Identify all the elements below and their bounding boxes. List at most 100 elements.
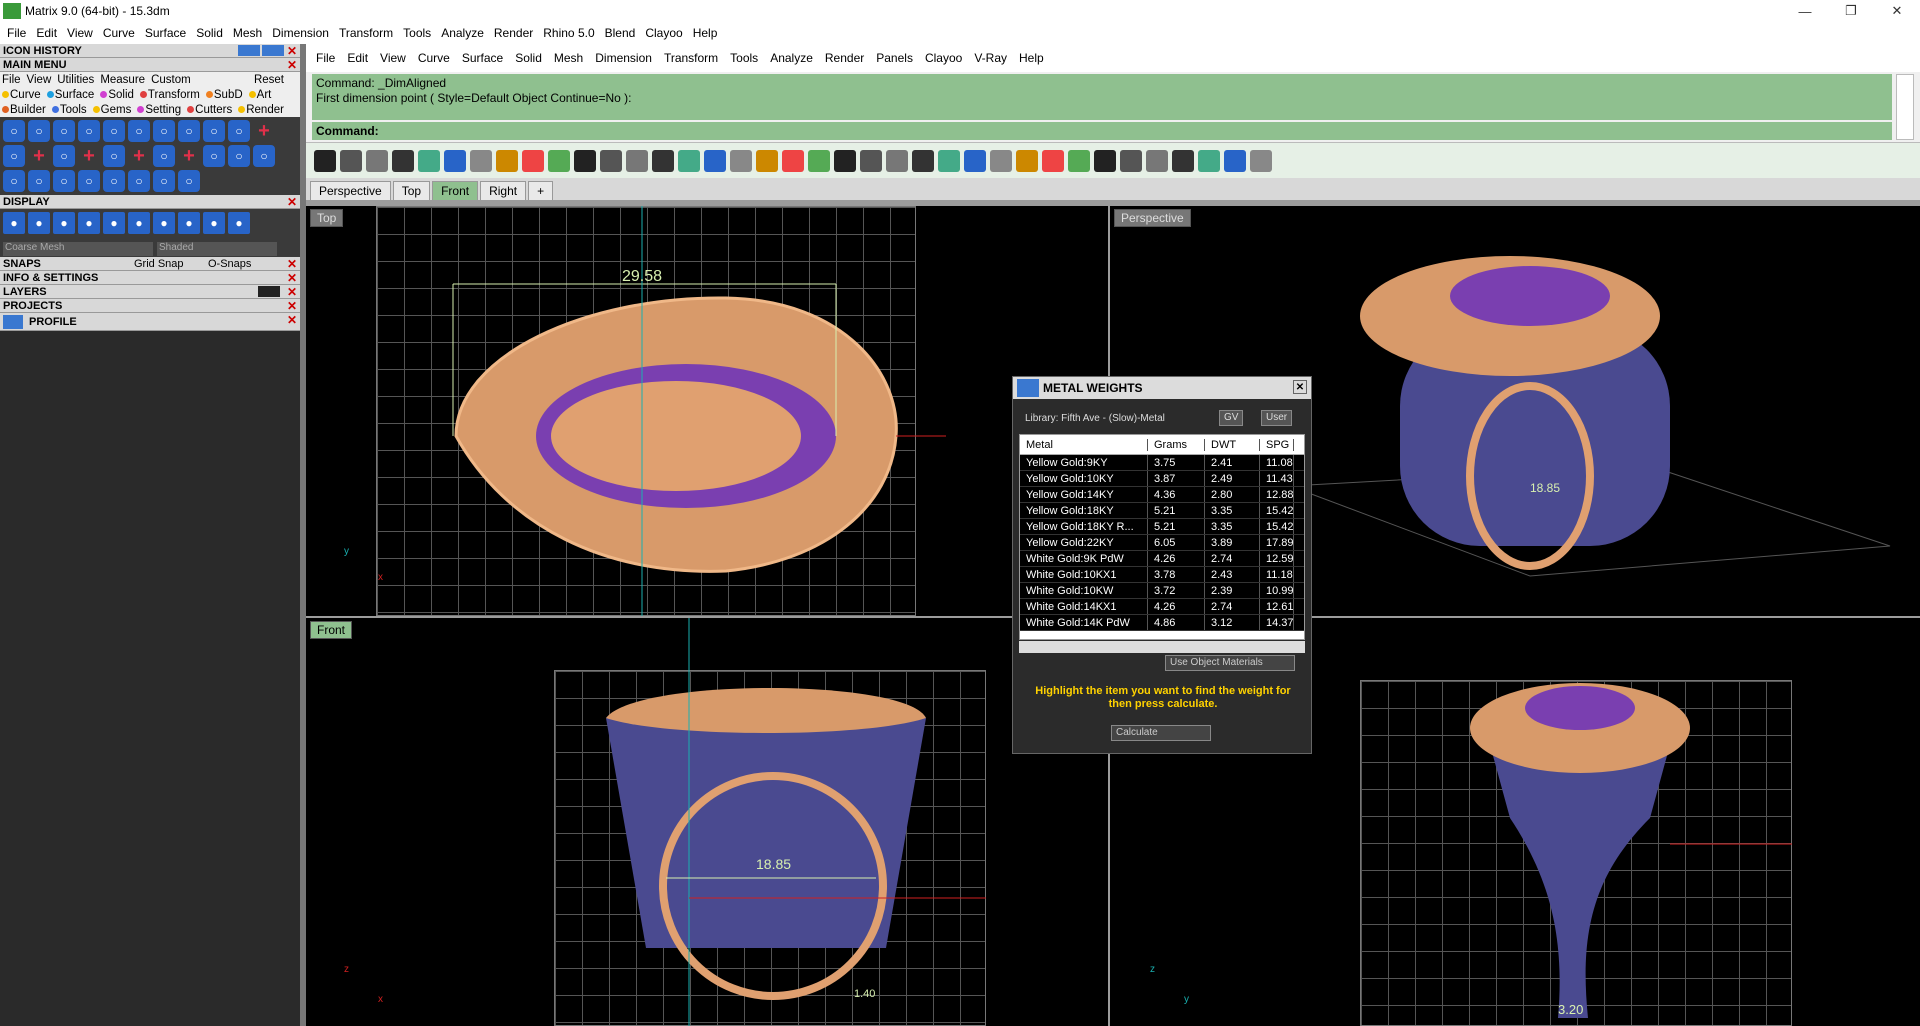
toolbar-icon[interactable] xyxy=(808,149,830,172)
menu-item-mesh[interactable]: Mesh xyxy=(228,26,267,40)
table-h-scrollbar[interactable] xyxy=(1019,641,1305,653)
menu-item-blend[interactable]: Blend xyxy=(600,26,641,40)
category-subd[interactable]: SubD xyxy=(205,89,243,101)
menu-item-help[interactable]: Help xyxy=(1013,51,1050,65)
toolbar-icon[interactable] xyxy=(1224,149,1246,172)
tool-icon[interactable]: ○ xyxy=(178,120,200,142)
toolbar-icon[interactable] xyxy=(1016,149,1038,172)
toolbar-icon[interactable] xyxy=(1094,149,1116,172)
display-mode-icon[interactable]: ● xyxy=(203,212,225,234)
toolbar-icon[interactable] xyxy=(860,149,882,172)
tool-icon[interactable]: ○ xyxy=(28,120,50,142)
command-input[interactable]: Command: xyxy=(312,122,1892,140)
category-cutters[interactable]: Cutters xyxy=(187,104,232,116)
tool-icon[interactable]: ○ xyxy=(228,120,250,142)
toolbar-icon[interactable] xyxy=(1042,149,1064,172)
category-render[interactable]: Render xyxy=(238,104,284,116)
snaps-header[interactable]: SNAPS Grid Snap O-Snaps ✕ xyxy=(0,257,300,271)
display-mode-icon[interactable]: ● xyxy=(178,212,200,234)
close-icon[interactable]: ✕ xyxy=(287,285,297,299)
osnaps-toggle[interactable]: O-Snaps xyxy=(208,258,251,270)
menu-item-dimension[interactable]: Dimension xyxy=(267,26,334,40)
user-toggle[interactable]: User xyxy=(1261,410,1293,426)
toolbar-icon[interactable] xyxy=(756,149,778,172)
menu-item-view[interactable]: View xyxy=(374,51,412,65)
toolbar-icon[interactable] xyxy=(730,149,752,172)
category-art[interactable]: Art xyxy=(248,89,271,101)
table-row[interactable]: Yellow Gold:18KY R... 5.21 3.35 15.42 xyxy=(1020,519,1304,535)
main-menu-item[interactable]: File xyxy=(2,74,21,86)
layers-header[interactable]: LAYERS ✕ xyxy=(0,285,300,299)
category-builder[interactable]: Builder xyxy=(2,104,46,116)
table-row[interactable]: White Gold:10KX1 3.78 2.43 11.18 xyxy=(1020,567,1304,583)
viewport-label-top[interactable]: Top xyxy=(310,209,344,227)
toolbar-icon[interactable] xyxy=(678,149,700,172)
toolbar-icon[interactable] xyxy=(912,149,934,172)
toolbar-icon[interactable] xyxy=(444,149,466,172)
tool-icon[interactable]: ○ xyxy=(3,120,25,142)
menu-item-curve[interactable]: Curve xyxy=(412,51,456,65)
viewport-top[interactable]: 29.58 Top y x xyxy=(306,206,1108,616)
category-setting[interactable]: Setting xyxy=(137,104,181,116)
toolbar-icon[interactable] xyxy=(522,149,544,172)
menu-item-rhino-5-0[interactable]: Rhino 5.0 xyxy=(538,26,599,40)
table-row[interactable]: Yellow Gold:9KY 3.75 2.41 11.08 xyxy=(1020,455,1304,471)
display-mode-icon[interactable]: ● xyxy=(228,212,250,234)
toolbar-icon[interactable] xyxy=(1068,149,1090,172)
menu-item-panels[interactable]: Panels xyxy=(870,51,919,65)
tab-right[interactable]: Right xyxy=(480,181,527,200)
tool-icon[interactable]: ○ xyxy=(203,120,225,142)
menu-item-mesh[interactable]: Mesh xyxy=(548,51,589,65)
display-mode-icon[interactable]: ● xyxy=(28,212,50,234)
category-gems[interactable]: Gems xyxy=(92,104,131,116)
profile-header[interactable]: PROFILE ✕ xyxy=(0,313,300,331)
tool-icon[interactable]: ○ xyxy=(128,120,150,142)
command-scrollbar[interactable] xyxy=(1896,74,1914,140)
category-curve[interactable]: Curve xyxy=(2,89,41,101)
close-icon[interactable]: ✕ xyxy=(1293,380,1307,394)
category-transform[interactable]: Transform xyxy=(139,89,200,101)
table-row[interactable]: White Gold:9K PdW 4.26 2.74 12.59 xyxy=(1020,551,1304,567)
dialog-title-bar[interactable]: METAL WEIGHTS ✕ xyxy=(1013,377,1311,399)
table-row[interactable]: Yellow Gold:22KY 6.05 3.89 17.89 xyxy=(1020,535,1304,551)
column-header[interactable]: DWT xyxy=(1205,438,1260,451)
table-row[interactable]: Yellow Gold:10KY 3.87 2.49 11.43 xyxy=(1020,471,1304,487)
calculate-button[interactable]: Calculate xyxy=(1111,725,1211,741)
menu-item-edit[interactable]: Edit xyxy=(31,26,62,40)
display-header[interactable]: DISPLAY ✕ xyxy=(0,195,300,209)
display-mode-icon[interactable]: ● xyxy=(128,212,150,234)
toolbar-icon[interactable] xyxy=(1146,149,1168,172)
toolbar-icon[interactable] xyxy=(548,149,570,172)
icon-history-header[interactable]: ICON HISTORY ✕ xyxy=(0,44,300,58)
tool-icon[interactable]: ○ xyxy=(53,145,75,167)
category-tools[interactable]: Tools xyxy=(51,104,87,116)
toolbar-icon[interactable] xyxy=(834,149,856,172)
column-header[interactable]: Grams xyxy=(1148,438,1205,451)
menu-item-edit[interactable]: Edit xyxy=(341,51,374,65)
column-header[interactable]: SPG xyxy=(1260,438,1294,451)
toolbar-icon[interactable] xyxy=(340,149,362,172)
toolbar-icon[interactable] xyxy=(652,149,674,172)
tool-icon[interactable]: ○ xyxy=(228,145,250,167)
add-tab-icon[interactable]: + xyxy=(528,181,554,200)
toolbar-icon[interactable] xyxy=(1172,149,1194,172)
toolbar-icon[interactable] xyxy=(600,149,622,172)
column-header[interactable]: Metal xyxy=(1020,438,1148,451)
close-icon[interactable]: ✕ xyxy=(287,44,297,58)
menu-item-render[interactable]: Render xyxy=(489,26,538,40)
menu-item-view[interactable]: View xyxy=(62,26,98,40)
main-menu-item[interactable]: Measure xyxy=(100,74,145,86)
close-icon[interactable]: ✕ xyxy=(287,271,297,285)
table-row[interactable]: White Gold:14K PdW 4.86 3.12 14.37 xyxy=(1020,615,1304,631)
menu-item-analyze[interactable]: Analyze xyxy=(436,26,489,40)
toolbar-icon[interactable] xyxy=(496,149,518,172)
close-button[interactable]: ✕ xyxy=(1874,0,1920,22)
table-row[interactable]: White Gold:10KW 3.72 2.39 10.99 xyxy=(1020,583,1304,599)
toolbar-icon[interactable] xyxy=(938,149,960,172)
gv-toggle[interactable]: GV xyxy=(1219,410,1244,426)
menu-item-transform[interactable]: Transform xyxy=(658,51,724,65)
viewport-label-front[interactable]: Front xyxy=(310,621,353,639)
tool-icon[interactable]: ○ xyxy=(78,120,100,142)
tool-icon[interactable]: ○ xyxy=(153,145,175,167)
toolbar-icon[interactable] xyxy=(366,149,388,172)
